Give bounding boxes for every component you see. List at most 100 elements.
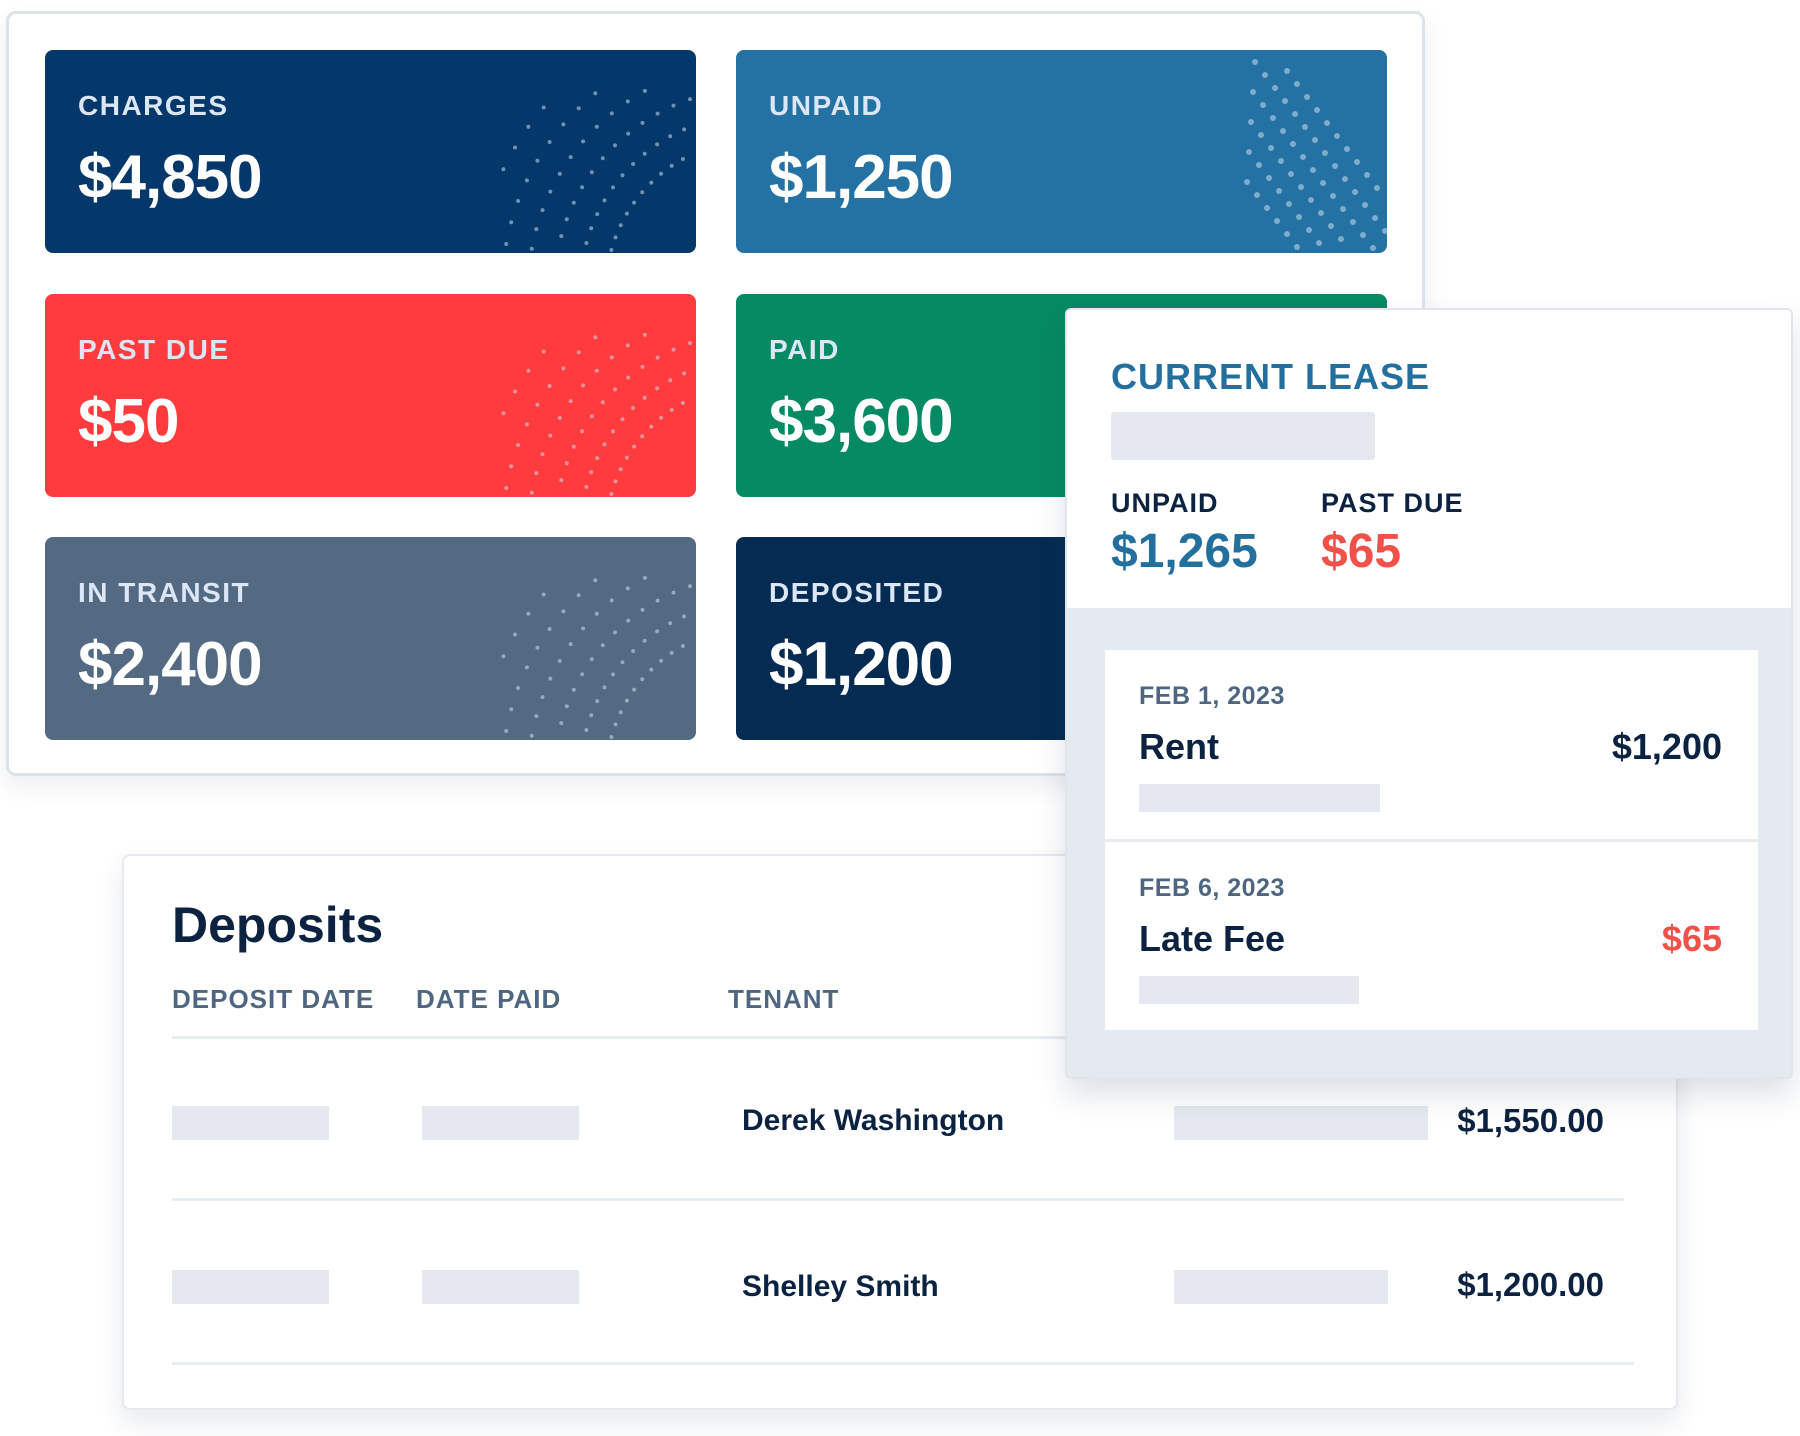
dot	[593, 335, 598, 340]
charge-date: FEB 1, 2023	[1139, 682, 1285, 710]
dot	[548, 189, 553, 194]
dot	[632, 687, 637, 692]
column-header-tenant[interactable]: TENANT	[728, 984, 839, 1015]
dot	[620, 173, 625, 178]
dot	[1318, 210, 1324, 216]
stat-value: $2,400	[78, 630, 263, 699]
dot	[600, 400, 605, 405]
dot	[640, 120, 645, 125]
dot	[1272, 85, 1278, 91]
column-header-date-paid[interactable]: DATE PAID	[416, 984, 561, 1015]
dot	[668, 378, 673, 383]
dot	[669, 407, 674, 412]
detail-placeholder	[1174, 1106, 1428, 1140]
dot	[1310, 167, 1316, 173]
detail-placeholder	[1174, 1270, 1388, 1304]
charge-item[interactable]: FEB 1, 2023 Rent $1,200	[1105, 650, 1758, 840]
dot	[642, 575, 647, 580]
column-header-deposit-date[interactable]: DEPOSIT DATE	[172, 984, 374, 1015]
past-due-value: $65	[1321, 525, 1402, 578]
dot	[501, 411, 506, 416]
charge-detail-placeholder	[1139, 976, 1359, 1004]
dot	[1322, 150, 1328, 156]
dot	[1370, 245, 1376, 251]
dot	[640, 364, 645, 369]
dot	[671, 590, 676, 595]
stat-card-past-due[interactable]: PAST DUE $50	[45, 294, 696, 497]
dot	[594, 611, 599, 616]
dot	[1374, 185, 1380, 191]
dot	[584, 241, 589, 245]
stat-card-charges[interactable]: CHARGES $4,850	[45, 50, 696, 253]
lease-name-placeholder	[1111, 412, 1375, 460]
dot	[534, 471, 539, 476]
dot	[640, 607, 645, 612]
dot	[671, 103, 676, 108]
deposits-title: Deposits	[172, 897, 384, 953]
dot	[581, 626, 586, 631]
dot	[595, 699, 600, 704]
charges-list: FEB 1, 2023 Rent $1,200 FEB 6, 2023 Late…	[1105, 650, 1758, 1030]
dot	[618, 710, 623, 715]
dot	[559, 234, 564, 239]
stat-label: DEPOSITED	[769, 577, 945, 608]
dot	[516, 199, 521, 203]
dot	[1264, 205, 1270, 211]
dot-pattern-icon	[1244, 59, 1387, 251]
dot	[589, 226, 594, 231]
dot	[624, 455, 629, 460]
date-paid-placeholder	[422, 1270, 579, 1304]
dot	[1350, 219, 1356, 225]
charge-amount: $65	[1661, 918, 1722, 959]
deposit-amount: $1,200.00	[1457, 1266, 1604, 1303]
dot	[640, 190, 645, 195]
dot	[642, 638, 647, 643]
deposit-date-placeholder	[172, 1270, 329, 1304]
dot	[1292, 111, 1298, 117]
dot	[559, 721, 564, 726]
dot	[564, 704, 569, 709]
dot	[1330, 193, 1336, 199]
dot	[595, 212, 600, 217]
charge-amount: $1,200	[1611, 726, 1722, 767]
dot	[557, 415, 562, 420]
dot	[534, 227, 539, 232]
dot	[602, 442, 607, 447]
dot	[688, 584, 692, 589]
dot	[524, 422, 529, 427]
dot	[680, 644, 685, 648]
dot	[564, 217, 569, 222]
dot	[649, 180, 654, 185]
dot	[600, 156, 605, 161]
charge-item[interactable]: FEB 6, 2023 Late Fee $65	[1105, 842, 1758, 1032]
dot	[682, 371, 687, 376]
dot	[541, 592, 546, 597]
dot	[631, 162, 636, 166]
charge-name: Rent	[1139, 726, 1219, 767]
dot	[613, 479, 618, 484]
dot	[680, 401, 685, 405]
dot	[548, 433, 553, 438]
dot	[1294, 81, 1300, 87]
dot	[655, 629, 660, 634]
dot	[631, 406, 636, 410]
dot	[602, 198, 607, 203]
dot	[1352, 189, 1358, 195]
dot	[1268, 145, 1274, 151]
unpaid-label: UNPAID	[1111, 488, 1219, 518]
dot	[535, 158, 540, 163]
dot	[509, 464, 514, 469]
dot	[618, 223, 623, 228]
stat-card-unpaid[interactable]: UNPAID $1,250	[736, 50, 1387, 253]
stat-label: CHARGES	[78, 90, 229, 121]
dot	[1362, 202, 1368, 208]
dot	[669, 650, 674, 655]
stat-card-in-transit[interactable]: IN TRANSIT $2,400	[45, 537, 696, 740]
dot	[1288, 171, 1294, 177]
dot	[611, 672, 615, 677]
dot	[561, 609, 566, 614]
dot	[655, 111, 660, 116]
dot	[593, 578, 598, 583]
dot	[581, 383, 586, 388]
dot	[649, 667, 654, 672]
